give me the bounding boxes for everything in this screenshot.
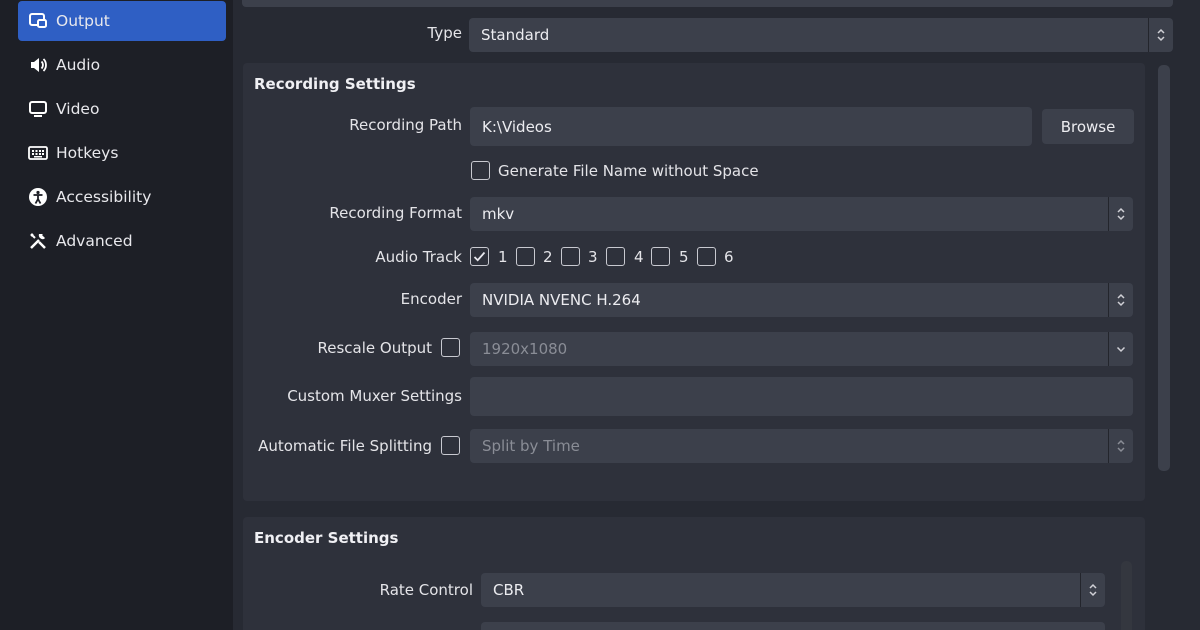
chevron-down-icon	[1108, 332, 1133, 366]
sidebar-item-label: Advanced	[56, 232, 133, 250]
file-splitting-label: Automatic File Splitting	[258, 437, 432, 455]
audio-track-2-checkbox[interactable]	[516, 247, 535, 266]
monitor-icon	[28, 99, 48, 119]
audio-track-3-label: 3	[588, 248, 598, 266]
recording-path-label: Recording Path	[349, 116, 462, 134]
sidebar-item-video[interactable]: Video	[18, 89, 226, 129]
updown-arrows-icon	[1108, 197, 1133, 231]
recording-path-value: K:\Videos	[482, 117, 552, 136]
rate-control-value: CBR	[493, 581, 525, 599]
encoder-label: Encoder	[400, 290, 462, 308]
recording-path-input[interactable]: K:\Videos	[470, 107, 1032, 146]
audio-track-4-label: 4	[634, 248, 644, 266]
output-icon	[28, 11, 48, 31]
recording-format-label: Recording Format	[329, 204, 462, 222]
rescale-resolution-value: 1920x1080	[482, 340, 568, 358]
speaker-icon	[28, 55, 48, 75]
rate-control-label: Rate Control	[379, 581, 473, 599]
encoder-scrollbar[interactable]	[1121, 561, 1132, 630]
updown-arrows-icon	[1148, 18, 1173, 52]
rescale-output-label: Rescale Output	[317, 339, 433, 357]
audio-track-6-checkbox[interactable]	[697, 247, 716, 266]
vertical-scrollbar[interactable]	[1158, 65, 1170, 471]
sidebar-item-output[interactable]: Output	[18, 1, 226, 41]
generate-filename-checkbox[interactable]	[471, 161, 490, 180]
sidebar-item-audio[interactable]: Audio	[18, 45, 226, 85]
previous-section-edge	[242, 0, 1173, 7]
checkmark-icon	[473, 251, 486, 262]
sidebar-item-label: Hotkeys	[56, 144, 119, 162]
custom-muxer-input[interactable]	[470, 377, 1133, 416]
sidebar-item-label: Audio	[56, 56, 101, 74]
accessibility-icon	[28, 187, 48, 207]
sidebar-item-accessibility[interactable]: Accessibility	[18, 177, 226, 217]
audio-track-4-checkbox[interactable]	[606, 247, 625, 266]
bitrate-input[interactable]	[481, 622, 1105, 630]
rescale-resolution-select[interactable]: 1920x1080	[470, 332, 1133, 366]
updown-arrows-icon	[1108, 283, 1133, 317]
file-splitting-select[interactable]: Split by Time	[470, 429, 1133, 463]
recording-settings-title: Recording Settings	[254, 75, 416, 93]
audio-track-1-checkbox[interactable]	[470, 247, 489, 266]
type-value: Standard	[481, 26, 550, 44]
browse-button[interactable]: Browse	[1042, 109, 1134, 144]
encoder-value: NVIDIA NVENC H.264	[482, 291, 641, 309]
sidebar-item-label: Output	[56, 12, 110, 30]
sidebar-item-label: Accessibility	[56, 188, 152, 206]
tools-icon	[28, 231, 48, 251]
audio-track-1-label: 1	[498, 248, 508, 266]
updown-arrows-icon	[1080, 573, 1105, 607]
recording-format-select[interactable]: mkv	[470, 197, 1133, 231]
encoder-select[interactable]: NVIDIA NVENC H.264	[470, 283, 1133, 317]
settings-sidebar: Output Audio Video Hotkeys Accessibility…	[0, 0, 233, 630]
keyboard-icon	[28, 143, 48, 163]
generate-filename-label: Generate File Name without Space	[498, 162, 759, 180]
updown-arrows-icon	[1108, 429, 1133, 463]
custom-muxer-label: Custom Muxer Settings	[287, 387, 462, 405]
recording-format-value: mkv	[482, 205, 515, 223]
audio-track-6-label: 6	[724, 248, 734, 266]
encoder-settings-title: Encoder Settings	[254, 529, 399, 547]
type-select[interactable]: Standard	[469, 18, 1173, 52]
rate-control-select[interactable]: CBR	[481, 573, 1105, 607]
rescale-output-checkbox[interactable]	[441, 338, 460, 357]
audio-track-2-label: 2	[543, 248, 553, 266]
audio-track-label: Audio Track	[375, 248, 462, 266]
sidebar-item-advanced[interactable]: Advanced	[18, 221, 226, 261]
sidebar-item-label: Video	[56, 100, 100, 118]
file-splitting-checkbox[interactable]	[441, 436, 460, 455]
type-label: Type	[427, 24, 462, 42]
audio-track-5-label: 5	[679, 248, 689, 266]
audio-track-5-checkbox[interactable]	[651, 247, 670, 266]
sidebar-item-hotkeys[interactable]: Hotkeys	[18, 133, 226, 173]
audio-track-3-checkbox[interactable]	[561, 247, 580, 266]
file-splitting-value: Split by Time	[482, 437, 580, 455]
